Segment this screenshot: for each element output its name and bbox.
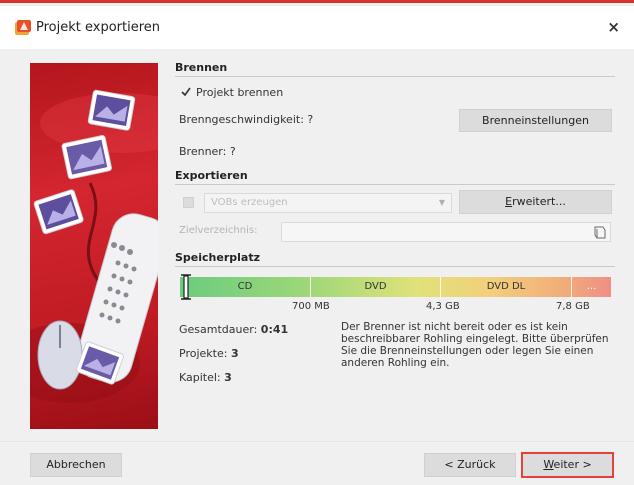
next-button-label: eiter > [553,458,592,471]
section-divider [175,76,615,77]
export-dialog: Projekt exportieren × Brennen Projekt br… [0,0,634,485]
section-title-exportieren: Exportieren [175,169,248,182]
chevron-down-icon: ▼ [438,198,445,207]
section-title-speicherplatz: Speicherplatz [175,251,260,264]
burner-status-message: Der Brenner ist nicht bereit oder es ist… [341,321,609,369]
folder-icon[interactable] [594,225,606,239]
tick-label: 700 MB [292,301,330,312]
close-icon[interactable]: × [607,18,620,36]
target-dir-input[interactable] [281,222,611,242]
burner-label: Brenner: ? [179,145,236,158]
dialog-footer: Abbrechen < Zurück Weiter > [0,441,634,485]
tick-label: 4,3 GB [426,301,460,312]
burn-project-label: Projekt brennen [196,86,284,99]
projects-stat: Projekte: 3 [179,347,239,360]
duration-label: Gesamtdauer: [179,323,258,336]
next-button-accel: W [543,458,554,471]
target-dir-label: Zielverzeichnis: [179,225,258,236]
duration-value: 0:41 [260,323,289,336]
dialog-content: Brennen Projekt brennen Brenngeschwindig… [0,49,634,441]
projects-label: Projekte: [179,347,228,360]
export-checkbox[interactable] [183,197,194,208]
cancel-button[interactable]: Abbrechen [30,453,122,477]
app-logo-icon [15,20,31,35]
section-divider [175,266,615,267]
next-button[interactable]: Weiter > [521,452,614,478]
projects-value: 3 [230,347,239,360]
duration-stat: Gesamtdauer: 0:41 [179,323,288,336]
capacity-segment-more: ... [586,281,597,292]
burn-speed-label: Brenngeschwindigkeit: ? [179,113,314,126]
capacity-bar: CD DVD DVD DL ... [180,277,611,297]
illustration-image [30,63,158,429]
capacity-segment-dvd-dl: DVD DL [486,281,526,292]
section-divider [175,184,615,185]
title-bar: Projekt exportieren × [0,6,634,49]
burn-project-checkbox[interactable] [180,86,192,98]
tick-label: 7,8 GB [556,301,590,312]
advanced-button-label: rweitert... [512,195,566,208]
chapters-stat: Kapitel: 3 [179,371,232,384]
chapters-value: 3 [224,371,232,384]
capacity-segment-dvd: DVD [364,281,387,292]
burn-settings-button[interactable]: Brenneinstellungen [459,109,612,132]
capacity-marker-icon[interactable] [180,273,192,301]
advanced-button[interactable]: Erweitert... [459,190,612,214]
back-button[interactable]: < Zurück [424,453,516,477]
chapters-label: Kapitel: [179,371,221,384]
export-format-value: VOBs erzeugen [211,197,288,208]
section-title-brennen: Brennen [175,61,228,74]
export-format-combo[interactable]: VOBs erzeugen ▼ [204,193,452,213]
window-title: Projekt exportieren [36,20,161,35]
capacity-segment-cd: CD [237,281,253,292]
